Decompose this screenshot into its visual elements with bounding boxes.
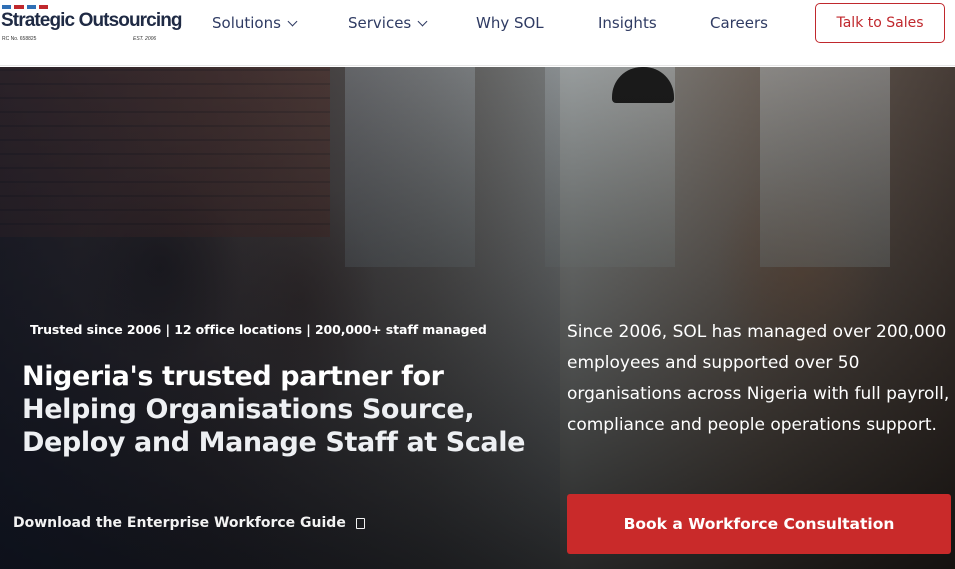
logo[interactable]: Strategic Outsourcing RC No. 658825 EST.… (0, 4, 183, 44)
chevron-down-icon (417, 16, 428, 26)
hero-headline-primary: Nigeria's trusted partner for (22, 361, 444, 392)
logo-wordmark: Strategic Outsourcing (1, 10, 183, 31)
hero-section: Trusted since 2006 | 12 office locations… (0, 67, 955, 569)
download-guide-link[interactable]: Download the Enterprise Workforce Guide (13, 515, 365, 531)
nav-item-label: Services (348, 14, 412, 32)
nav-item-insights[interactable]: Insights (598, 12, 657, 34)
talk-to-sales-button[interactable]: Talk to Sales (815, 3, 945, 43)
download-guide-label: Download the Enterprise Workforce Guide (13, 515, 346, 531)
hero-headline-secondary: Helping Organisations Source, Deploy and… (22, 394, 526, 458)
nav-item-label: Insights (598, 14, 657, 32)
hero-overlay-left (0, 67, 560, 569)
nav-item-label: Careers (710, 14, 768, 32)
hero-headline: Nigeria's trusted partner for Helping Or… (22, 360, 532, 459)
nav-item-label: Solutions (212, 14, 281, 32)
nav-item-label: Why SOL (476, 14, 544, 32)
logo-established: EST. 2006 (133, 36, 157, 42)
logo-rc-number: RC No. 658825 (2, 36, 37, 42)
nav-item-careers[interactable]: Careers (710, 12, 768, 34)
hero-stats: Trusted since 2006 | 12 office locations… (30, 322, 487, 337)
site-header: Strategic Outsourcing RC No. 658825 EST.… (0, 0, 955, 66)
document-icon (355, 517, 365, 529)
book-consultation-button[interactable]: Book a Workforce Consultation (567, 494, 951, 554)
chevron-down-icon (287, 16, 298, 26)
nav-item-solutions[interactable]: Solutions (212, 12, 298, 34)
nav-item-why-sol[interactable]: Why SOL (476, 12, 544, 34)
hero-description: Since 2006, SOL has managed over 200,000… (567, 322, 950, 435)
nav-item-services[interactable]: Services (348, 12, 428, 34)
